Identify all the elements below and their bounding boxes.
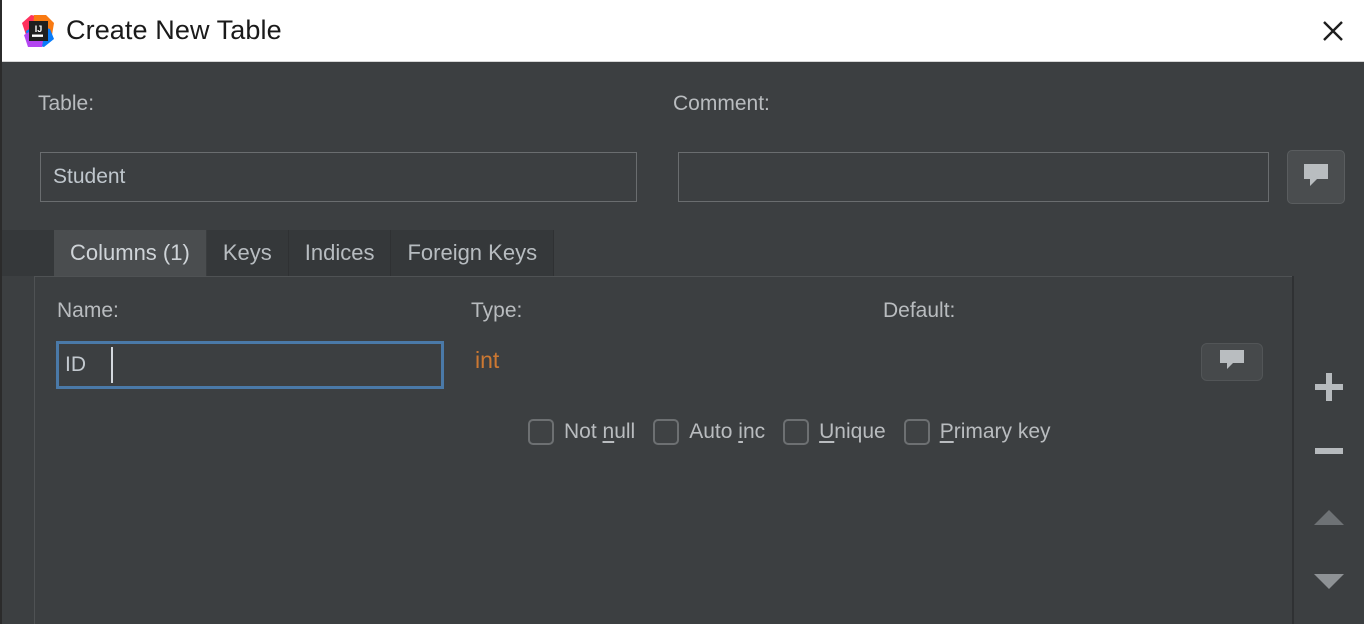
triangle-down-icon: [1314, 573, 1344, 589]
minus-icon: [1315, 437, 1343, 465]
tabstrip-filler: [554, 230, 1364, 276]
column-type-value[interactable]: int: [475, 347, 499, 374]
table-name-label: Table:: [38, 92, 95, 115]
close-icon[interactable]: [1314, 12, 1352, 50]
columns-toolbar: [1294, 276, 1364, 624]
checkbox-label-auto-inc: Auto inc: [689, 420, 766, 443]
create-new-table-dialog: IJ Create New Table Table: Comment:: [0, 0, 1364, 624]
plus-icon: [1315, 373, 1343, 401]
table-editor-tabs: Columns (1) Keys Indices Foreign Keys: [2, 230, 1364, 276]
tab-keys[interactable]: Keys: [206, 230, 289, 276]
column-name-input[interactable]: [56, 341, 444, 389]
dialog-titlebar: IJ Create New Table: [2, 0, 1364, 62]
checkbox-box-unique[interactable]: [783, 419, 810, 445]
tab-indices[interactable]: Indices: [288, 230, 392, 276]
move-column-down-button[interactable]: [1294, 552, 1364, 610]
checkbox-box-primary-key[interactable]: [903, 419, 930, 445]
comment-editor-button[interactable]: [1287, 150, 1345, 204]
checkbox-unique[interactable]: Unique: [783, 419, 886, 445]
remove-column-button[interactable]: [1294, 422, 1364, 480]
table-name-input[interactable]: [40, 152, 637, 202]
column-header-name: Name:: [57, 299, 119, 322]
dialog-body: Table: Comment: Columns (1) Keys Indices…: [2, 62, 1364, 624]
comment-bubble-icon: [1218, 348, 1246, 377]
checkbox-primary-key[interactable]: Primary key: [903, 419, 1051, 445]
dialog-title: Create New Table: [66, 15, 282, 45]
checkbox-box-auto-inc[interactable]: [653, 419, 680, 445]
tab-columns[interactable]: Columns (1): [54, 230, 207, 276]
column-header-type: Type:: [471, 299, 523, 322]
columns-panel: Name: Type: Default: int Not null: [34, 276, 1364, 624]
triangle-up-icon: [1314, 509, 1344, 525]
checkbox-label-unique: Unique: [819, 420, 886, 443]
comment-input[interactable]: [678, 152, 1269, 202]
add-column-button[interactable]: [1294, 358, 1364, 416]
comment-bubble-icon: [1301, 161, 1331, 194]
checkbox-not-null[interactable]: Not null: [528, 419, 635, 445]
column-flags-row: Not null Auto inc Unique Primary key: [528, 419, 1051, 445]
text-caret: [111, 347, 113, 383]
comment-label: Comment:: [673, 92, 770, 115]
checkbox-auto-inc[interactable]: Auto inc: [653, 419, 765, 445]
checkbox-label-not-null: Not null: [564, 420, 636, 443]
svg-text:IJ: IJ: [35, 24, 43, 34]
checkbox-box-not-null[interactable]: [528, 419, 554, 445]
tab-foreign-keys[interactable]: Foreign Keys: [391, 230, 555, 276]
checkbox-label-primary-key: Primary key: [939, 420, 1051, 443]
intellij-idea-logo-icon: IJ: [20, 13, 56, 49]
column-default-comment-button[interactable]: [1201, 343, 1263, 381]
column-header-default: Default:: [883, 299, 956, 322]
move-column-up-button[interactable]: [1294, 488, 1364, 546]
